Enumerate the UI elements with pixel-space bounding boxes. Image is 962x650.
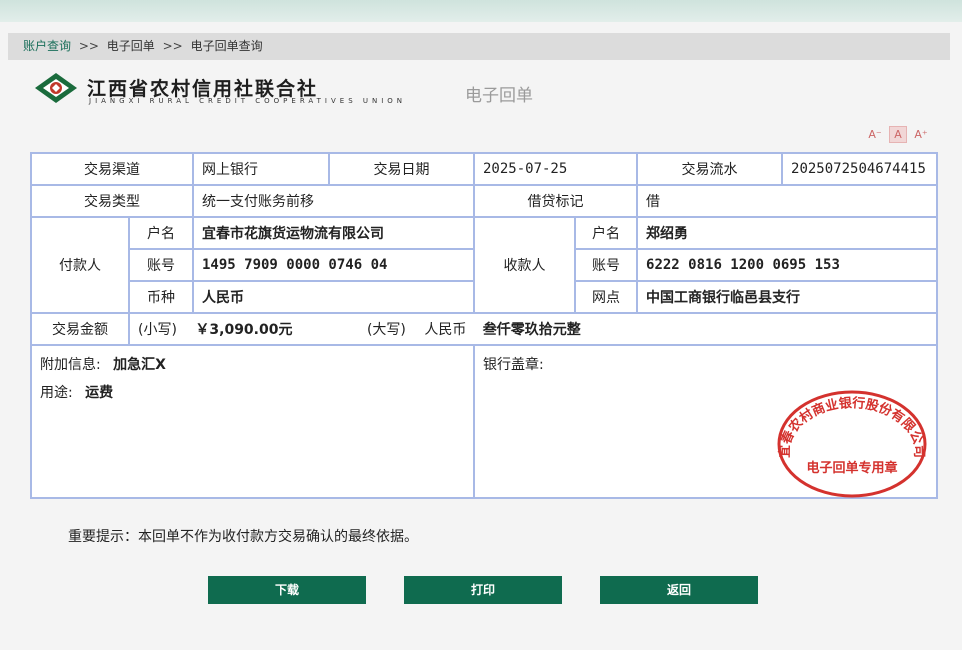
purpose-value: 运费	[85, 385, 114, 401]
date-label: 交易日期	[328, 152, 475, 186]
bank-emblem-icon	[35, 73, 77, 103]
extra-info-cell: 附加信息: 加急汇X 用途: 运费	[30, 344, 475, 499]
extra-info-value: 加急汇X	[113, 357, 166, 373]
payee-branch-label: 网点	[573, 280, 639, 314]
payee-label: 收款人	[473, 216, 576, 314]
top-banner	[0, 0, 962, 22]
font-normal-button[interactable]: A	[889, 126, 907, 143]
payee-name-value: 郑绍勇	[636, 216, 939, 250]
page-title: 电子回单	[465, 86, 533, 106]
seal-label: 银行盖章:	[483, 357, 544, 373]
breadcrumb-separator: >>	[162, 39, 183, 53]
svg-text:宜春农村商业银行股份有限公司: 宜春农村商业银行股份有限公司	[777, 395, 926, 458]
type-value: 统一支付账务前移	[192, 184, 475, 218]
bank-name-en: JIANGXI RURAL CREDIT COOPERATIVES UNION	[89, 97, 407, 105]
breadcrumb-link-account-query[interactable]: 账户查询	[23, 39, 71, 53]
font-size-controls: A⁻ A A⁺	[866, 126, 935, 144]
breadcrumb-separator: >>	[78, 39, 99, 53]
type-label: 交易类型	[30, 184, 194, 218]
breadcrumb: 账户查询 >> 电子回单 >> 电子回单查询	[8, 33, 950, 60]
back-button[interactable]: 返回	[600, 576, 758, 604]
debit-credit-label: 借贷标记	[472, 184, 639, 218]
font-smaller-button[interactable]: A⁻	[866, 126, 884, 143]
font-larger-button[interactable]: A⁺	[912, 126, 930, 143]
amount-big-value: 叁仟零玖拾元整	[482, 322, 581, 338]
extra-info-label: 附加信息:	[40, 357, 101, 373]
payer-account-value: 1495 7909 0000 0746 04	[192, 248, 475, 282]
currency-label: 币种	[128, 280, 194, 314]
important-notice: 重要提示：本回单不作为收付款方交易确认的最终依据。	[68, 529, 418, 545]
amount-big-prefix: 人民币	[424, 322, 467, 338]
breadcrumb-level3: 电子回单查询	[190, 39, 263, 53]
bank-seal-stamp: 宜春农村商业银行股份有限公司 电子回单专用章	[775, 388, 929, 500]
amount-small-label: (小写)	[138, 322, 177, 338]
payee-account-label: 账号	[573, 248, 639, 282]
channel-value: 网上银行	[192, 152, 330, 186]
payer-label: 付款人	[30, 216, 130, 314]
purpose-label: 用途:	[40, 385, 73, 401]
payee-branch-value: 中国工商银行临邑县支行	[636, 280, 939, 314]
serial-label: 交易流水	[636, 152, 784, 186]
serial-value: 2025072504674415	[781, 152, 939, 186]
stamp-center-text: 电子回单专用章	[806, 460, 897, 476]
bank-logo: 江西省农村信用社联合社 JIANGXI RURAL CREDIT COOPERA…	[33, 72, 413, 108]
amount-label: 交易金额	[30, 312, 130, 346]
currency-value: 人民币	[192, 280, 475, 314]
download-button[interactable]: 下载	[208, 576, 366, 604]
stamp-ring-text: 宜春农村商业银行股份有限公司	[777, 395, 926, 458]
channel-label: 交易渠道	[30, 152, 194, 186]
amount-big-label: (大写)	[366, 322, 406, 338]
breadcrumb-level2: 电子回单	[106, 39, 155, 53]
payee-name-label: 户名	[573, 216, 639, 250]
payer-name-value: 宜春市花旗货运物流有限公司	[192, 216, 475, 250]
amount-small-value: ￥3,090.00元	[195, 322, 293, 338]
payer-account-label: 账号	[128, 248, 194, 282]
amount-row: (小写) ￥3,090.00元 (大写) 人民币 叁仟零玖拾元整	[127, 312, 939, 346]
debit-credit-value: 借	[636, 184, 939, 218]
date-value: 2025-07-25	[472, 152, 639, 186]
payer-name-label: 户名	[128, 216, 194, 250]
print-button[interactable]: 打印	[404, 576, 562, 604]
payee-account-value: 6222 0816 1200 0695 153	[636, 248, 939, 282]
